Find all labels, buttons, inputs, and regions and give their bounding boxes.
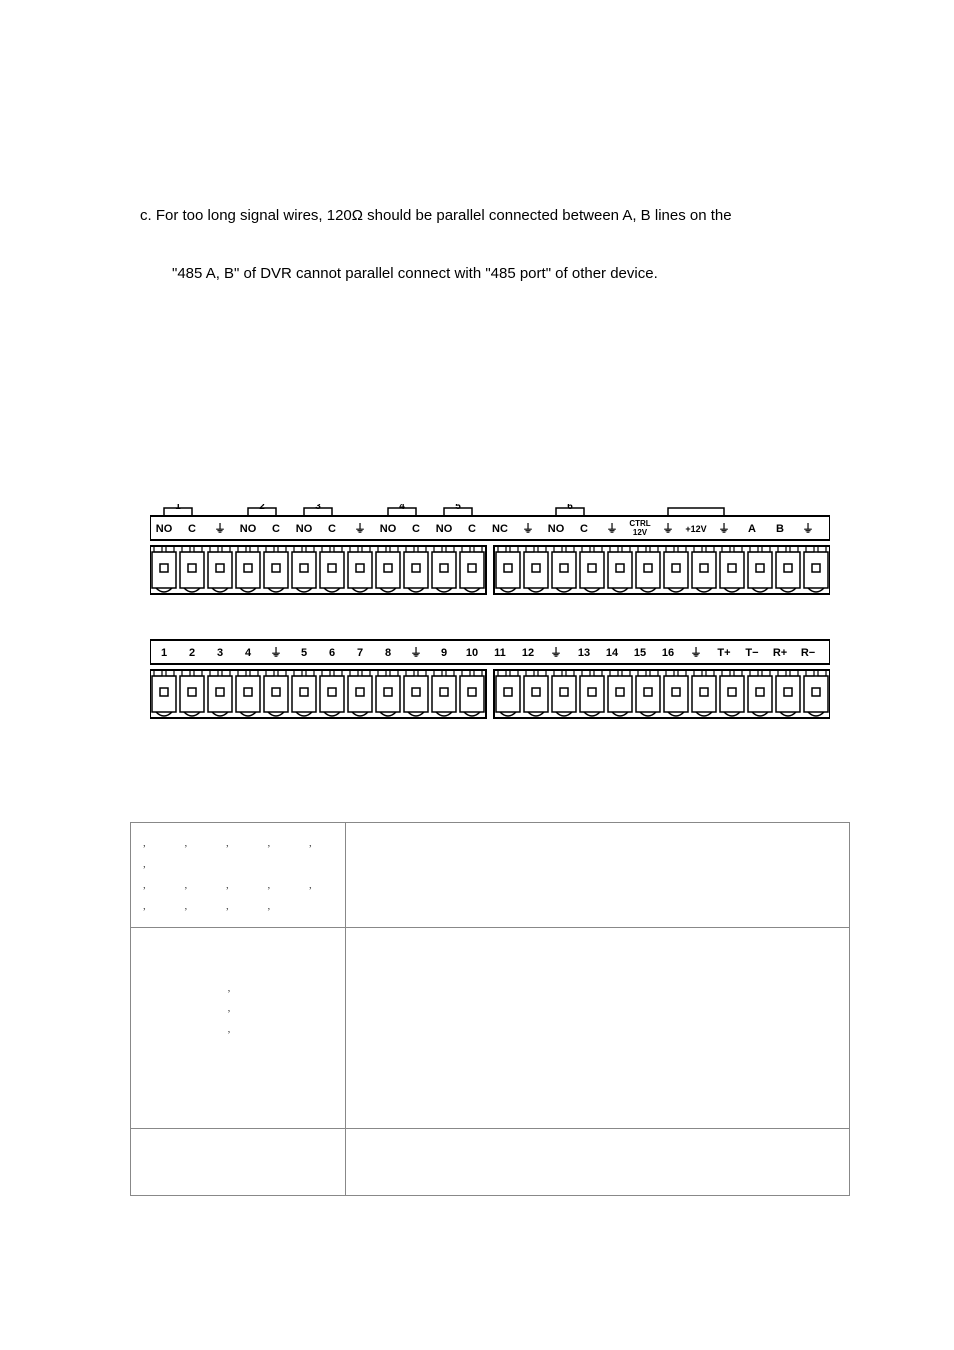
table-cell-empty: [131, 1128, 346, 1195]
svg-text:⏚: ⏚: [523, 522, 534, 535]
svg-text:C: C: [468, 523, 476, 535]
svg-text:NO: NO: [380, 523, 397, 535]
svg-text:6: 6: [329, 647, 335, 659]
svg-text:4: 4: [245, 647, 252, 659]
svg-text:⏚: ⏚: [691, 646, 702, 659]
table-cell-text: , , , , ,: [143, 875, 333, 896]
terminal-strip-diagram: NO C ⏚ NO C NO C ⏚ NO C NO C NC ⏚ NO C ⏚…: [150, 504, 830, 774]
svg-text:2: 2: [259, 504, 265, 512]
svg-text:NC: NC: [492, 523, 508, 535]
svg-text:⏚: ⏚: [271, 646, 282, 659]
svg-text:7: 7: [357, 647, 363, 659]
svg-text:C: C: [412, 523, 420, 535]
svg-text:10: 10: [466, 647, 478, 659]
table-cell-empty: [346, 823, 850, 928]
svg-text:12: 12: [522, 647, 534, 659]
svg-text:15: 15: [634, 647, 646, 659]
paragraph-c: c. For too long signal wires, 120Ω shoul…: [140, 205, 732, 226]
svg-text:NO: NO: [436, 523, 453, 535]
svg-text:16: 16: [662, 647, 674, 659]
svg-text:CTRL: CTRL: [629, 519, 650, 528]
svg-text:C: C: [272, 523, 280, 535]
svg-text:14: 14: [606, 647, 619, 659]
svg-text:B: B: [776, 523, 784, 535]
table-cell-empty: [346, 927, 850, 1128]
svg-text:⏚: ⏚: [551, 646, 562, 659]
table-cell-text: , , , , , ,: [143, 833, 333, 875]
svg-text:⏚: ⏚: [411, 646, 422, 659]
svg-text:T−: T−: [745, 647, 758, 659]
svg-text:1: 1: [175, 504, 181, 512]
svg-text:NO: NO: [240, 523, 257, 535]
svg-text:A: A: [748, 523, 756, 535]
svg-text:2: 2: [189, 647, 195, 659]
svg-text:+12V: +12V: [685, 524, 706, 534]
table-row: [131, 1128, 850, 1195]
svg-text:C: C: [328, 523, 336, 535]
svg-text:3: 3: [217, 647, 223, 659]
svg-text:NO: NO: [156, 523, 173, 535]
table-cell-text: ,: [143, 978, 333, 999]
svg-text:4: 4: [399, 504, 405, 512]
svg-text:12V: 12V: [633, 528, 648, 537]
svg-text:11: 11: [494, 647, 506, 659]
table-row: , , , , , , , , , , , , , , ,: [131, 823, 850, 928]
svg-text:C: C: [188, 523, 196, 535]
table-cell-empty: [346, 1128, 850, 1195]
svg-text:9: 9: [441, 647, 447, 659]
svg-text:⏚: ⏚: [355, 522, 366, 535]
svg-text:NO: NO: [548, 523, 565, 535]
svg-text:6: 6: [567, 504, 573, 512]
svg-text:R+: R+: [773, 647, 787, 659]
svg-text:⏚: ⏚: [663, 522, 674, 535]
table-cell-text: , , , ,: [143, 896, 333, 917]
svg-text:1: 1: [161, 647, 167, 659]
svg-text:8: 8: [385, 647, 391, 659]
svg-text:⏚: ⏚: [215, 522, 226, 535]
svg-text:T+: T+: [717, 647, 730, 659]
svg-text:R−: R−: [801, 647, 815, 659]
svg-text:C: C: [580, 523, 588, 535]
table-cell-text: ,: [143, 998, 333, 1019]
svg-text:3: 3: [315, 504, 321, 512]
svg-text:⏚: ⏚: [719, 522, 730, 535]
paragraph-sub: "485 A, B" of DVR cannot parallel connec…: [172, 263, 658, 284]
svg-text:⏚: ⏚: [803, 522, 814, 535]
spec-table: , , , , , , , , , , , , , , , , , ,: [130, 822, 850, 1196]
svg-text:5: 5: [455, 504, 461, 512]
table-cell-text: ,: [143, 1019, 333, 1040]
svg-text:5: 5: [301, 647, 307, 659]
svg-text:⏚: ⏚: [607, 522, 618, 535]
svg-text:13: 13: [578, 647, 590, 659]
table-row: , , ,: [131, 927, 850, 1128]
svg-text:NO: NO: [296, 523, 313, 535]
